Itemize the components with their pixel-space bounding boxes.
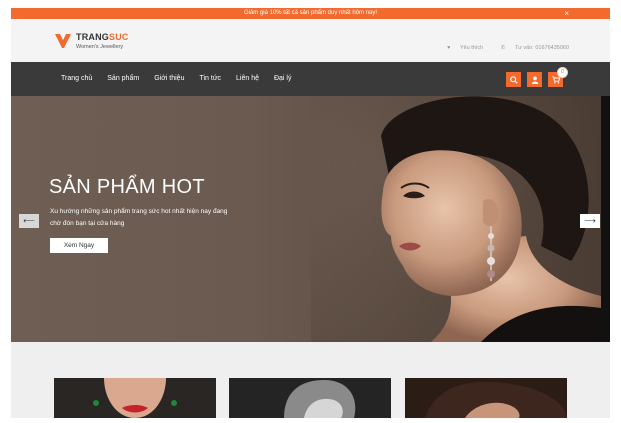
phone-icon: ✆ (500, 45, 506, 51)
promo-bar: Giảm giá 10% tất cả sản phẩm duy nhất hô… (11, 8, 610, 19)
hero-model-image (311, 96, 601, 342)
hero-cta-button[interactable]: Xem Ngay (50, 238, 108, 253)
main-nav: Trang chủ Sản phẩm Giới thiệu Tin tức Li… (11, 62, 610, 96)
support-label: Tư vấn: 01676435060 (514, 45, 569, 51)
slider-next-button[interactable]: ⟶ (580, 214, 600, 228)
product-thumbnail[interactable] (405, 378, 567, 418)
nav-item-home[interactable]: Trang chủ (61, 62, 92, 96)
arrow-right-icon: ⟶ (584, 216, 596, 225)
nav-item-dealers[interactable]: Đại lý (274, 62, 292, 96)
logo[interactable]: TRANGSUC Women's Jewellery (53, 30, 143, 56)
page: Giảm giá 10% tất cả sản phẩm duy nhất hô… (11, 8, 610, 418)
nav-item-about[interactable]: Giới thiệu (154, 62, 184, 96)
logo-brand: TRANGSUC (76, 32, 129, 42)
promo-close-button[interactable]: × (564, 8, 569, 19)
nav-item-news[interactable]: Tin tức (199, 62, 221, 96)
product-thumbnail[interactable] (229, 378, 391, 418)
featured-products (11, 342, 610, 418)
hero-slider: SẢN PHẨM HOT Xu hướng những sản phẩm tra… (11, 96, 610, 342)
logo-tagline: Women's Jewellery (76, 44, 124, 50)
account-button[interactable] (527, 72, 542, 87)
wishlist-label: Yêu thích (459, 45, 484, 51)
nav-actions: 0 (500, 67, 568, 87)
heart-icon: ♥ (447, 45, 451, 51)
site-header: TRANGSUC Women's Jewellery ♥ Yêu thích ✆… (11, 19, 610, 62)
hero-right-edge (601, 96, 610, 342)
wishlist-link[interactable]: ♥ Yêu thích (439, 45, 485, 51)
cart-count-badge: 0 (557, 67, 568, 78)
arrow-left-icon: ⟵ (23, 216, 35, 225)
nav-item-products[interactable]: Sản phẩm (107, 62, 139, 96)
product-thumbnail[interactable] (54, 378, 216, 418)
search-icon (509, 75, 518, 84)
support-link[interactable]: ✆ Tư vấn: 01676435060 (493, 45, 569, 51)
nav-item-contact[interactable]: Liên hệ (236, 62, 259, 96)
product-image (405, 378, 567, 418)
user-icon (531, 76, 538, 84)
cart-button[interactable]: 0 (548, 67, 568, 87)
search-button[interactable] (506, 72, 521, 87)
slider-prev-button[interactable]: ⟵ (19, 214, 39, 228)
nav-menu: Trang chủ Sản phẩm Giới thiệu Tin tức Li… (61, 62, 307, 96)
logo-icon (55, 34, 71, 48)
product-image (54, 378, 216, 418)
product-image (229, 378, 391, 418)
promo-text: Giảm giá 10% tất cả sản phẩm duy nhất hô… (243, 10, 378, 16)
header-utilities: ♥ Yêu thích ✆ Tư vấn: 01676435060 (431, 45, 569, 51)
hero-description: Xu hướng những sản phẩm trang sức hot nh… (50, 208, 228, 227)
hero-title: SẢN PHẨM HOT (49, 176, 205, 198)
